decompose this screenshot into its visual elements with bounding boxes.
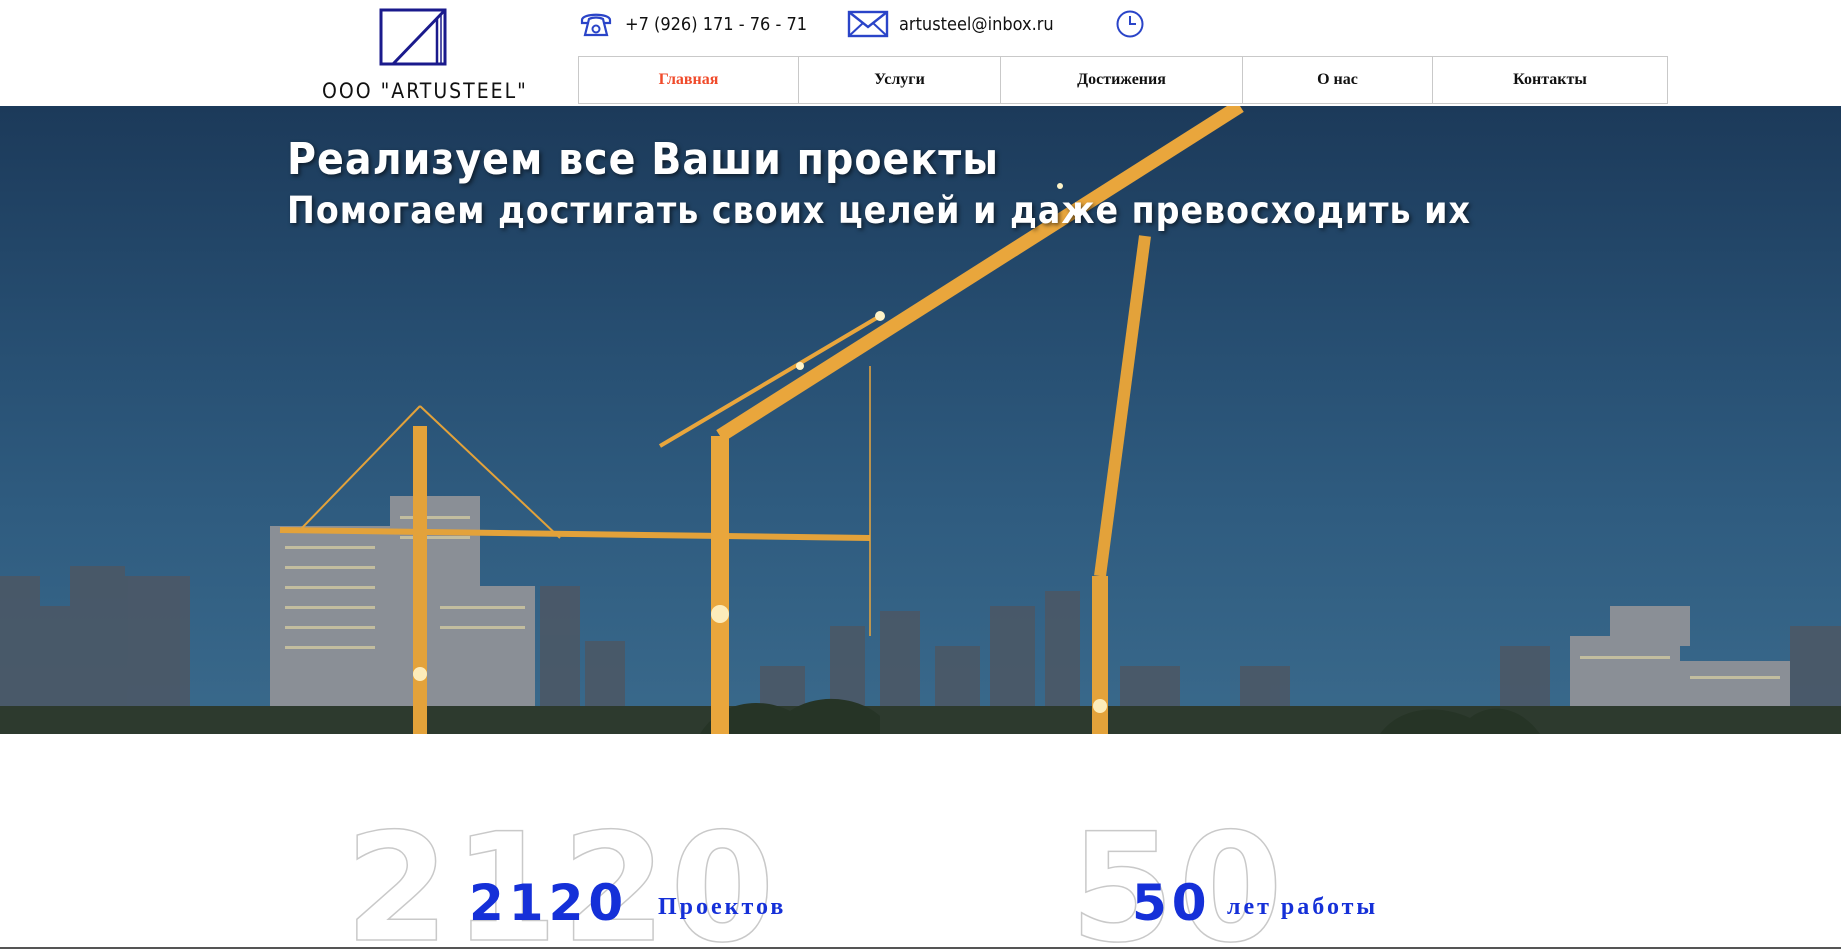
hero-subtitle: Помогаем достигать своих целей и даже пр… (287, 189, 1471, 232)
stat-label: лет работы (1227, 894, 1379, 920)
stats-section: 2120 2120 Проектов 50 50 лет работы (0, 734, 1841, 949)
email-address[interactable]: artusteel@inbox.ru (899, 14, 1054, 35)
nav-item-contacts[interactable]: Контакты (1433, 57, 1667, 103)
phone-icon (580, 13, 612, 37)
site-header: ООО "ARTUSTEEL" +7 (926) 171 - 76 - 71 a… (0, 0, 1841, 106)
hero-text: Реализуем все Ваши проекты Помогаем дост… (287, 134, 1471, 232)
mail-icon (847, 10, 889, 38)
clock-icon (1116, 10, 1144, 38)
hero-title: Реализуем все Ваши проекты (287, 134, 1000, 185)
nav-item-achievements[interactable]: Достижения (1001, 57, 1243, 103)
stat-value: 2120 (469, 874, 629, 932)
nav-item-about[interactable]: О нас (1243, 57, 1433, 103)
stat-label: Проектов (658, 894, 787, 920)
logo-mark-icon (379, 8, 447, 66)
logo[interactable]: ООО "ARTUSTEEL" (318, 6, 526, 103)
phone-number[interactable]: +7 (926) 171 - 76 - 71 (625, 14, 807, 35)
stat-value: 50 (1132, 874, 1212, 932)
nav-item-home[interactable]: Главная (579, 57, 799, 103)
hours-contact[interactable] (1115, 6, 1145, 42)
email-contact[interactable]: artusteel@inbox.ru (847, 6, 1054, 42)
main-nav: Главная Услуги Достижения О нас Контакты (578, 56, 1668, 104)
hero-banner: Реализуем все Ваши проекты Помогаем дост… (0, 106, 1841, 734)
nav-item-services[interactable]: Услуги (799, 57, 1001, 103)
phone-contact[interactable]: +7 (926) 171 - 76 - 71 (577, 6, 807, 42)
brand-name: ООО "ARTUSTEEL" (322, 79, 528, 103)
